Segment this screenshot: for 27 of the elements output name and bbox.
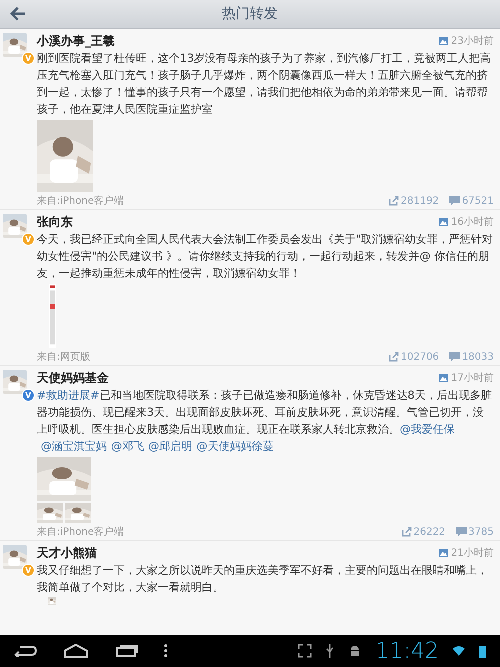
post-time: 17小时前 [451, 372, 494, 385]
user-name[interactable]: 天使妈妈基金 [37, 370, 109, 386]
post-text: #救助进展#已和当地医院取得联系：孩子已做造瘘和肠道修补，休克昏迷达8天，后出现多脏器功能损伤、现已醒来3天。出现面部皮肤坏死、耳前皮肤坏死，意识清醒。气管已切开，没上呼吸机。医生担心皮肤感染后出现败血症。现正在联系家人转北京救治。@我爱任保 @涵宝淇宝妈 @邓飞 @邱启明 @天使妈妈徐蔓 [37, 388, 493, 455]
post-time: 21小时前 [451, 546, 494, 560]
link[interactable]: @我爱任保 [400, 423, 456, 436]
link[interactable]: @邱启明 [148, 440, 193, 453]
verified-badge: V [22, 564, 35, 577]
verified-badge: V [22, 52, 35, 65]
post-time: 16小时前 [451, 216, 494, 229]
post-text: 我又仔细想了一下，大家之所以说昨天的重庆选美季军不好看，主要的问题出在眼睛和嘴上，我简单做了个对比，大家一看就明白。 [37, 563, 489, 596]
post-text: 今天，我已经正式向全国人民代表大会法制工作委员会发出《关于"取消嫖宿幼女罪，严惩针对幼女性侵害"的公民建议书 》。请你继续支持我的行动，一起行动起来，转发并@ 你信任的朋友，一起推动重惩未成年的性侵害，取消嫖宿幼女罪！ [37, 232, 494, 282]
user-name[interactable]: 张向东 [37, 214, 73, 230]
user-name[interactable]: 小溪办事_王羲 [37, 32, 115, 50]
clock: 11:42 [376, 638, 439, 664]
link[interactable]: #救助进展# [37, 389, 100, 402]
post-text: 刚到医院看望了杜传旺，这个13岁没有母亲的孩子为了养家，到汽修厂打工，竟被两工人把高压充气枪塞入肛门充气！孩子肠子几乎爆炸，两个阴囊像西瓜一样大！五脏六腑全被气充的挤到一起，太惨了！懂事的孩子只有一个愿望，请我们把他相依为命的弟弟带来见一面。请帮帮孩子，他在夏津人民医院重症监护室 [37, 51, 492, 118]
post-source: 来自:iPhone客户端 [37, 526, 124, 539]
link[interactable]: @天使妈妈徐蔓 [196, 440, 274, 453]
user-name[interactable]: 天才小熊猫 [37, 544, 97, 562]
page-title: 热门转发 [222, 6, 278, 22]
verified-badge: V [22, 389, 35, 402]
link[interactable]: @涵宝淇宝妈 [41, 440, 108, 453]
post-source: 来自:网页版 [37, 350, 90, 364]
link[interactable]: @邓飞 [111, 440, 144, 453]
post-time: 23小时前 [451, 34, 494, 48]
verified-badge: V [22, 233, 35, 246]
post-source: 来自:iPhone客户端 [37, 194, 124, 208]
